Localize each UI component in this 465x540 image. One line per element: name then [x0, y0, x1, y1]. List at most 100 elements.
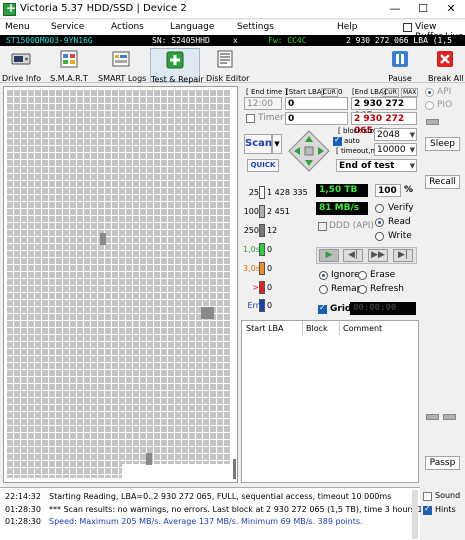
recall-button[interactable]: Recall: [425, 175, 460, 189]
smart-logs-button[interactable]: SMART Logs: [98, 48, 146, 83]
quick-button[interactable]: QUICK: [247, 159, 279, 172]
pause-button[interactable]: Pause: [386, 48, 414, 83]
legend-ms: 3,0s: [243, 264, 260, 273]
smart-icon: [60, 50, 78, 68]
end-time-field[interactable]: 12:00: [244, 97, 282, 110]
ignore-label: Ignore: [331, 270, 360, 280]
toolbar: Drive Info S.M.A.R.T SMART Logs Test & R…: [0, 47, 465, 84]
verify-radio[interactable]: [375, 204, 384, 213]
close-button[interactable]: ✕: [437, 0, 465, 19]
window-title: Victoria 5.37 HDD/SSD | Device 2: [20, 3, 187, 14]
refresh-radio[interactable]: [358, 285, 367, 294]
sound-checkbox[interactable]: [423, 492, 432, 501]
smart-label: S.M.A.R.T: [50, 74, 88, 83]
drive-info-button[interactable]: Drive Info: [2, 48, 41, 83]
block-size-select[interactable]: 2048 ▼: [374, 128, 417, 141]
timer-checkbox[interactable]: [246, 114, 255, 123]
legend-count: 0: [267, 245, 273, 254]
read-label: Read: [388, 217, 411, 227]
device-model: ST1500DM003-9YN16G: [6, 36, 93, 45]
ddd-api-checkbox[interactable]: [318, 222, 327, 231]
start-lba-field[interactable]: 0: [285, 97, 348, 110]
ddd-api-label: DDD (API): [329, 221, 374, 231]
api-radio[interactable]: [425, 88, 434, 97]
rewind-button[interactable]: ◀|: [343, 249, 363, 262]
pio-label: PIO: [437, 100, 453, 110]
log-time: 01:28:30: [5, 505, 41, 514]
log-time: 01:28:30: [5, 517, 41, 526]
pause-label: Pause: [388, 74, 412, 83]
seek-direction-pad[interactable]: [288, 130, 330, 172]
end-lba-field[interactable]: 2 930 272 065: [351, 97, 417, 121]
maximize-button[interactable]: ☐: [409, 0, 437, 19]
erase-radio[interactable]: [358, 271, 367, 280]
back-icon: ◀|: [348, 250, 358, 260]
view-buffer-live-checkbox[interactable]: [403, 23, 412, 32]
skip-button[interactable]: ▶▶: [368, 249, 388, 262]
menu-bar: Menu Service Actions Language Settings H…: [0, 20, 465, 42]
end-button[interactable]: ▶|: [393, 249, 413, 262]
sleep-button[interactable]: Sleep: [425, 137, 460, 151]
end-lba-current-field: 2 930 272 065: [351, 112, 417, 136]
scan-button[interactable]: Scan: [244, 134, 272, 154]
map-scrollbar[interactable]: [233, 459, 236, 479]
legend-ms: 250: [243, 226, 259, 235]
smart-logs-icon: [112, 51, 130, 67]
pause-icon: [392, 51, 408, 67]
pio-radio[interactable]: [425, 101, 434, 110]
passp-button[interactable]: Passp: [425, 456, 460, 470]
ignore-radio[interactable]: [319, 271, 328, 280]
timer-field[interactable]: 0: [285, 112, 348, 125]
sector-map: [3, 86, 238, 483]
hints-checkbox[interactable]: [423, 504, 432, 515]
smart-button[interactable]: S.M.A.R.T: [49, 48, 89, 83]
play-button[interactable]: ▶: [319, 249, 339, 262]
start-cur-label: CUR: [321, 88, 338, 97]
log-entry: 01:28:30 Speed: Maximum 205 MB/s. Average…: [5, 517, 363, 526]
menu-item-menu[interactable]: Menu: [5, 22, 30, 32]
break-all-icon: [437, 51, 453, 67]
log-text: *** Scan results: no warnings, no errors…: [49, 505, 454, 514]
break-all-label: Break All: [428, 74, 464, 83]
remap-radio[interactable]: [319, 285, 328, 294]
write-radio[interactable]: [375, 232, 384, 241]
auto-checkbox[interactable]: [333, 135, 342, 146]
scan-dropdown-button[interactable]: ▼: [272, 134, 282, 154]
timeout-value: 10000: [377, 145, 406, 155]
col-block: Block: [306, 324, 328, 333]
legend-count: 12: [267, 226, 278, 235]
menu-item-settings[interactable]: Settings: [237, 22, 274, 32]
drive-info-icon: [11, 53, 31, 65]
disk-editor-button[interactable]: Disk Editor: [206, 48, 249, 83]
test-repair-icon: [166, 51, 184, 69]
start-cur-value: 0: [338, 88, 343, 96]
sound-panel: Sound Hints: [421, 487, 465, 540]
log-entry: 22:14:32 Starting Reading, LBA=0..2 930 2…: [5, 492, 391, 501]
end-action-value: End of test: [339, 161, 395, 171]
menu-item-actions[interactable]: Actions: [111, 22, 144, 32]
device-firmware: Fw: CC4C: [268, 36, 307, 45]
legend-ms: 25: [248, 188, 259, 197]
menu-item-service[interactable]: Service: [51, 22, 84, 32]
read-radio[interactable]: [375, 218, 384, 227]
legend-count: 2 451: [267, 207, 290, 216]
legend-swatch: [259, 205, 265, 218]
timeout-select[interactable]: 10000 ▼: [374, 143, 417, 156]
end-action-select[interactable]: End of test ▼: [336, 159, 417, 172]
log-scrollbar[interactable]: [412, 490, 418, 539]
end-max-label: MAX: [401, 88, 419, 97]
menu-item-language[interactable]: Language: [170, 22, 214, 32]
device-close[interactable]: x: [233, 35, 238, 46]
app-icon: [3, 1, 16, 16]
log-time: 22:14:32: [5, 492, 41, 501]
grid-checkbox[interactable]: [318, 303, 327, 314]
menu-item-help[interactable]: Help: [337, 22, 358, 32]
sector-grid-empty-bottom: [6, 478, 122, 481]
verify-label: Verify: [388, 203, 414, 213]
timer-label: Timer: [258, 113, 284, 123]
minimize-button[interactable]: —: [381, 0, 409, 19]
legend-swatch: [259, 186, 265, 199]
test-repair-button[interactable]: Test & Repair: [150, 48, 204, 84]
break-all-button[interactable]: Break All: [428, 48, 464, 83]
log-text: Speed: Maximum 205 MB/s. Average 137 MB/…: [49, 517, 363, 526]
